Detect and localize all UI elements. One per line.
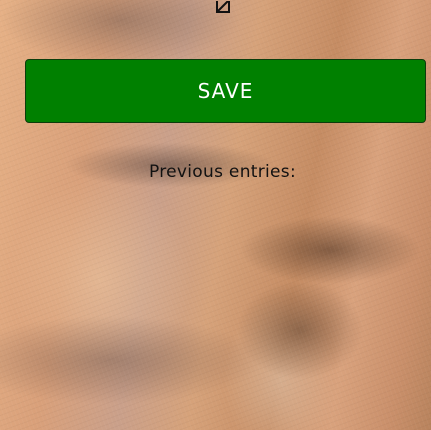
save-button[interactable]: SAVE <box>25 59 426 123</box>
previous-entries-heading: Previous entries: <box>148 162 296 182</box>
edit-icon[interactable] <box>214 0 234 14</box>
